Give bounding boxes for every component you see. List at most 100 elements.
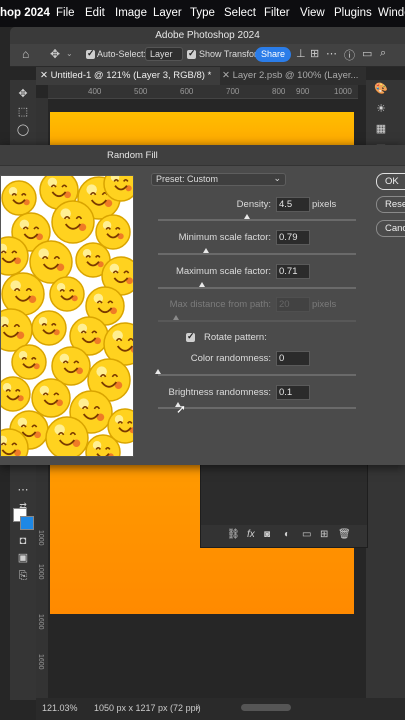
ruler-label: 1000 — [334, 87, 352, 96]
group-icon[interactable]: ▭ — [302, 529, 311, 540]
auto-select-checkbox[interactable] — [86, 48, 95, 59]
max-scale-field[interactable]: 0.71 — [276, 264, 310, 279]
random-fill-dialog: Random Fill Preset: Custom ⌄ OK Rese Can… — [0, 145, 405, 465]
show-transform-checkbox[interactable] — [187, 48, 196, 59]
menu-plugins[interactable]: Plugins — [334, 7, 372, 19]
new-layer-icon[interactable]: ⊞ — [320, 529, 328, 540]
ruler-label: 400 — [88, 87, 102, 96]
tab-layer-2[interactable]: ✕ Layer 2.psb @ 100% (Layer... — [222, 67, 358, 85]
slider-thumb[interactable] — [202, 248, 209, 253]
menu-image[interactable]: Image — [115, 7, 147, 19]
adjustments-icon[interactable]: ☀ — [374, 102, 388, 115]
menu-layer[interactable]: Layer — [153, 7, 182, 19]
ruler-label: 1000 — [37, 530, 44, 546]
share-icon[interactable]: ⎘ — [16, 570, 30, 582]
color-randomness-slider[interactable] — [155, 369, 356, 376]
adjustment-layer-icon[interactable]: ◐ — [284, 529, 290, 540]
min-scale-label: Minimum scale factor: — [178, 232, 271, 243]
slider-thumb[interactable] — [198, 282, 205, 287]
home-icon[interactable]: ⌂ — [22, 47, 29, 61]
canvas-document[interactable] — [50, 112, 354, 146]
brightness-randomness-slider[interactable] — [158, 402, 356, 409]
max-distance-label: Max distance from path: — [169, 299, 271, 310]
ruler-label: 900 — [296, 87, 310, 96]
background-color-swatch[interactable] — [20, 516, 34, 530]
dialog-titlebar[interactable]: Random Fill — [0, 145, 405, 166]
status-bar: 121.03% 1050 px x 1217 px (72 ppi) › — [36, 698, 405, 720]
fx-icon[interactable]: fx — [247, 529, 255, 540]
chevron-down-icon: ⌄ — [273, 173, 281, 183]
ok-button[interactable]: OK — [376, 173, 405, 190]
cancel-button[interactable]: Cance — [376, 220, 405, 237]
ruler-label: 700 — [226, 87, 240, 96]
auto-select-dropdown[interactable]: Layer — [145, 47, 183, 61]
ruler-top: 400 500 600 700 800 900 1000 — [48, 85, 358, 99]
reset-button[interactable]: Rese — [376, 196, 405, 213]
emoji-sprite — [1, 376, 31, 412]
ruler-label: 1600 — [37, 614, 44, 630]
preset-dropdown[interactable]: Preset: Custom ⌄ — [151, 173, 286, 186]
max-scale-slider[interactable] — [158, 282, 356, 289]
color-panel-icon[interactable]: 🎨 — [374, 82, 388, 95]
preview-pane — [0, 175, 134, 457]
align-icon[interactable]: ⊥ — [296, 47, 306, 60]
chevron-down-icon[interactable]: ⌄ — [66, 49, 73, 58]
density-label: Density: — [236, 199, 271, 210]
help-icon[interactable]: ⓘ — [344, 47, 355, 63]
quick-mask-icon[interactable]: ◘ — [16, 535, 30, 547]
auto-select-label: Auto-Select: — [97, 49, 147, 59]
menu-window[interactable]: Windo — [378, 7, 405, 19]
rotate-pattern-checkbox[interactable] — [186, 331, 195, 342]
share-button[interactable]: Share — [255, 47, 291, 62]
horizontal-scrollbar[interactable] — [241, 704, 291, 711]
color-randomness-label: Color randomness: — [190, 353, 271, 364]
tab-untitled-1[interactable]: ✕ Untitled-1 @ 121% (Layer 3, RGB/8) * — [36, 67, 220, 85]
menu-select[interactable]: Select — [224, 7, 256, 19]
more-options-icon[interactable]: ⋯ — [326, 47, 337, 60]
density-field[interactable]: 4.5 — [276, 197, 310, 212]
density-slider[interactable] — [158, 214, 356, 221]
menu-type[interactable]: Type — [190, 7, 215, 19]
slider-thumb — [172, 315, 179, 320]
close-icon[interactable]: ✕ — [222, 70, 233, 81]
emoji-sprite — [49, 276, 85, 312]
color-randomness-field[interactable]: 0 — [276, 351, 310, 366]
lasso-tool-icon[interactable]: ◯ — [16, 124, 30, 136]
slider-thumb[interactable] — [155, 369, 161, 374]
menu-edit[interactable]: Edit — [85, 7, 105, 19]
zoom-level[interactable]: 121.03% — [42, 703, 78, 713]
slider-thumb[interactable] — [244, 214, 251, 219]
search-icon[interactable]: ⌕ — [380, 47, 386, 60]
menu-filter[interactable]: Filter — [264, 7, 290, 19]
mask-icon[interactable]: ◙ — [264, 529, 270, 540]
min-scale-field[interactable]: 0.79 — [276, 230, 310, 245]
options-bar: ⌂ ✥ ⌄ Auto-Select: Layer Show Transform … — [10, 44, 405, 67]
workspace-icon[interactable]: ▭ — [362, 47, 372, 60]
dialog-title: Random Fill — [107, 150, 158, 161]
move-tool-icon[interactable]: ✥ — [50, 47, 60, 61]
document-tabs: ✕ Untitled-1 @ 121% (Layer 3, RGB/8) * ✕… — [36, 67, 366, 85]
emoji-sprite — [11, 344, 47, 380]
more-tools-icon[interactable]: ⋯ — [16, 484, 30, 496]
menu-file[interactable]: File — [56, 7, 75, 19]
window-title: Adobe Photoshop 2024 — [155, 30, 260, 41]
layers-panel-icon[interactable]: ▦ — [374, 122, 388, 135]
close-icon[interactable]: ✕ — [40, 70, 51, 81]
screen-mode-icon[interactable]: ▣ — [16, 552, 30, 564]
max-distance-slider — [158, 315, 356, 322]
distribute-icon[interactable]: ⊞ — [310, 47, 319, 60]
menu-view[interactable]: View — [300, 7, 325, 19]
max-distance-field: 20 — [276, 297, 310, 312]
emoji-sprite — [51, 200, 95, 244]
link-layers-icon[interactable]: ⛓ — [227, 529, 240, 540]
emoji-sprite — [31, 378, 71, 418]
tab-label: Layer 2.psb @ 100% (Layer... — [232, 70, 359, 81]
chevron-right-icon[interactable]: › — [196, 702, 199, 712]
move-tool-icon[interactable]: ✥ — [16, 88, 30, 100]
min-scale-slider[interactable] — [158, 248, 356, 255]
emoji-sprite — [95, 214, 131, 250]
app-menu[interactable]: hop 2024 — [0, 7, 50, 19]
trash-icon[interactable]: 🗑 — [338, 529, 351, 540]
brightness-randomness-field[interactable]: 0.1 — [276, 385, 310, 400]
marquee-tool-icon[interactable]: ⬚ — [16, 106, 30, 118]
